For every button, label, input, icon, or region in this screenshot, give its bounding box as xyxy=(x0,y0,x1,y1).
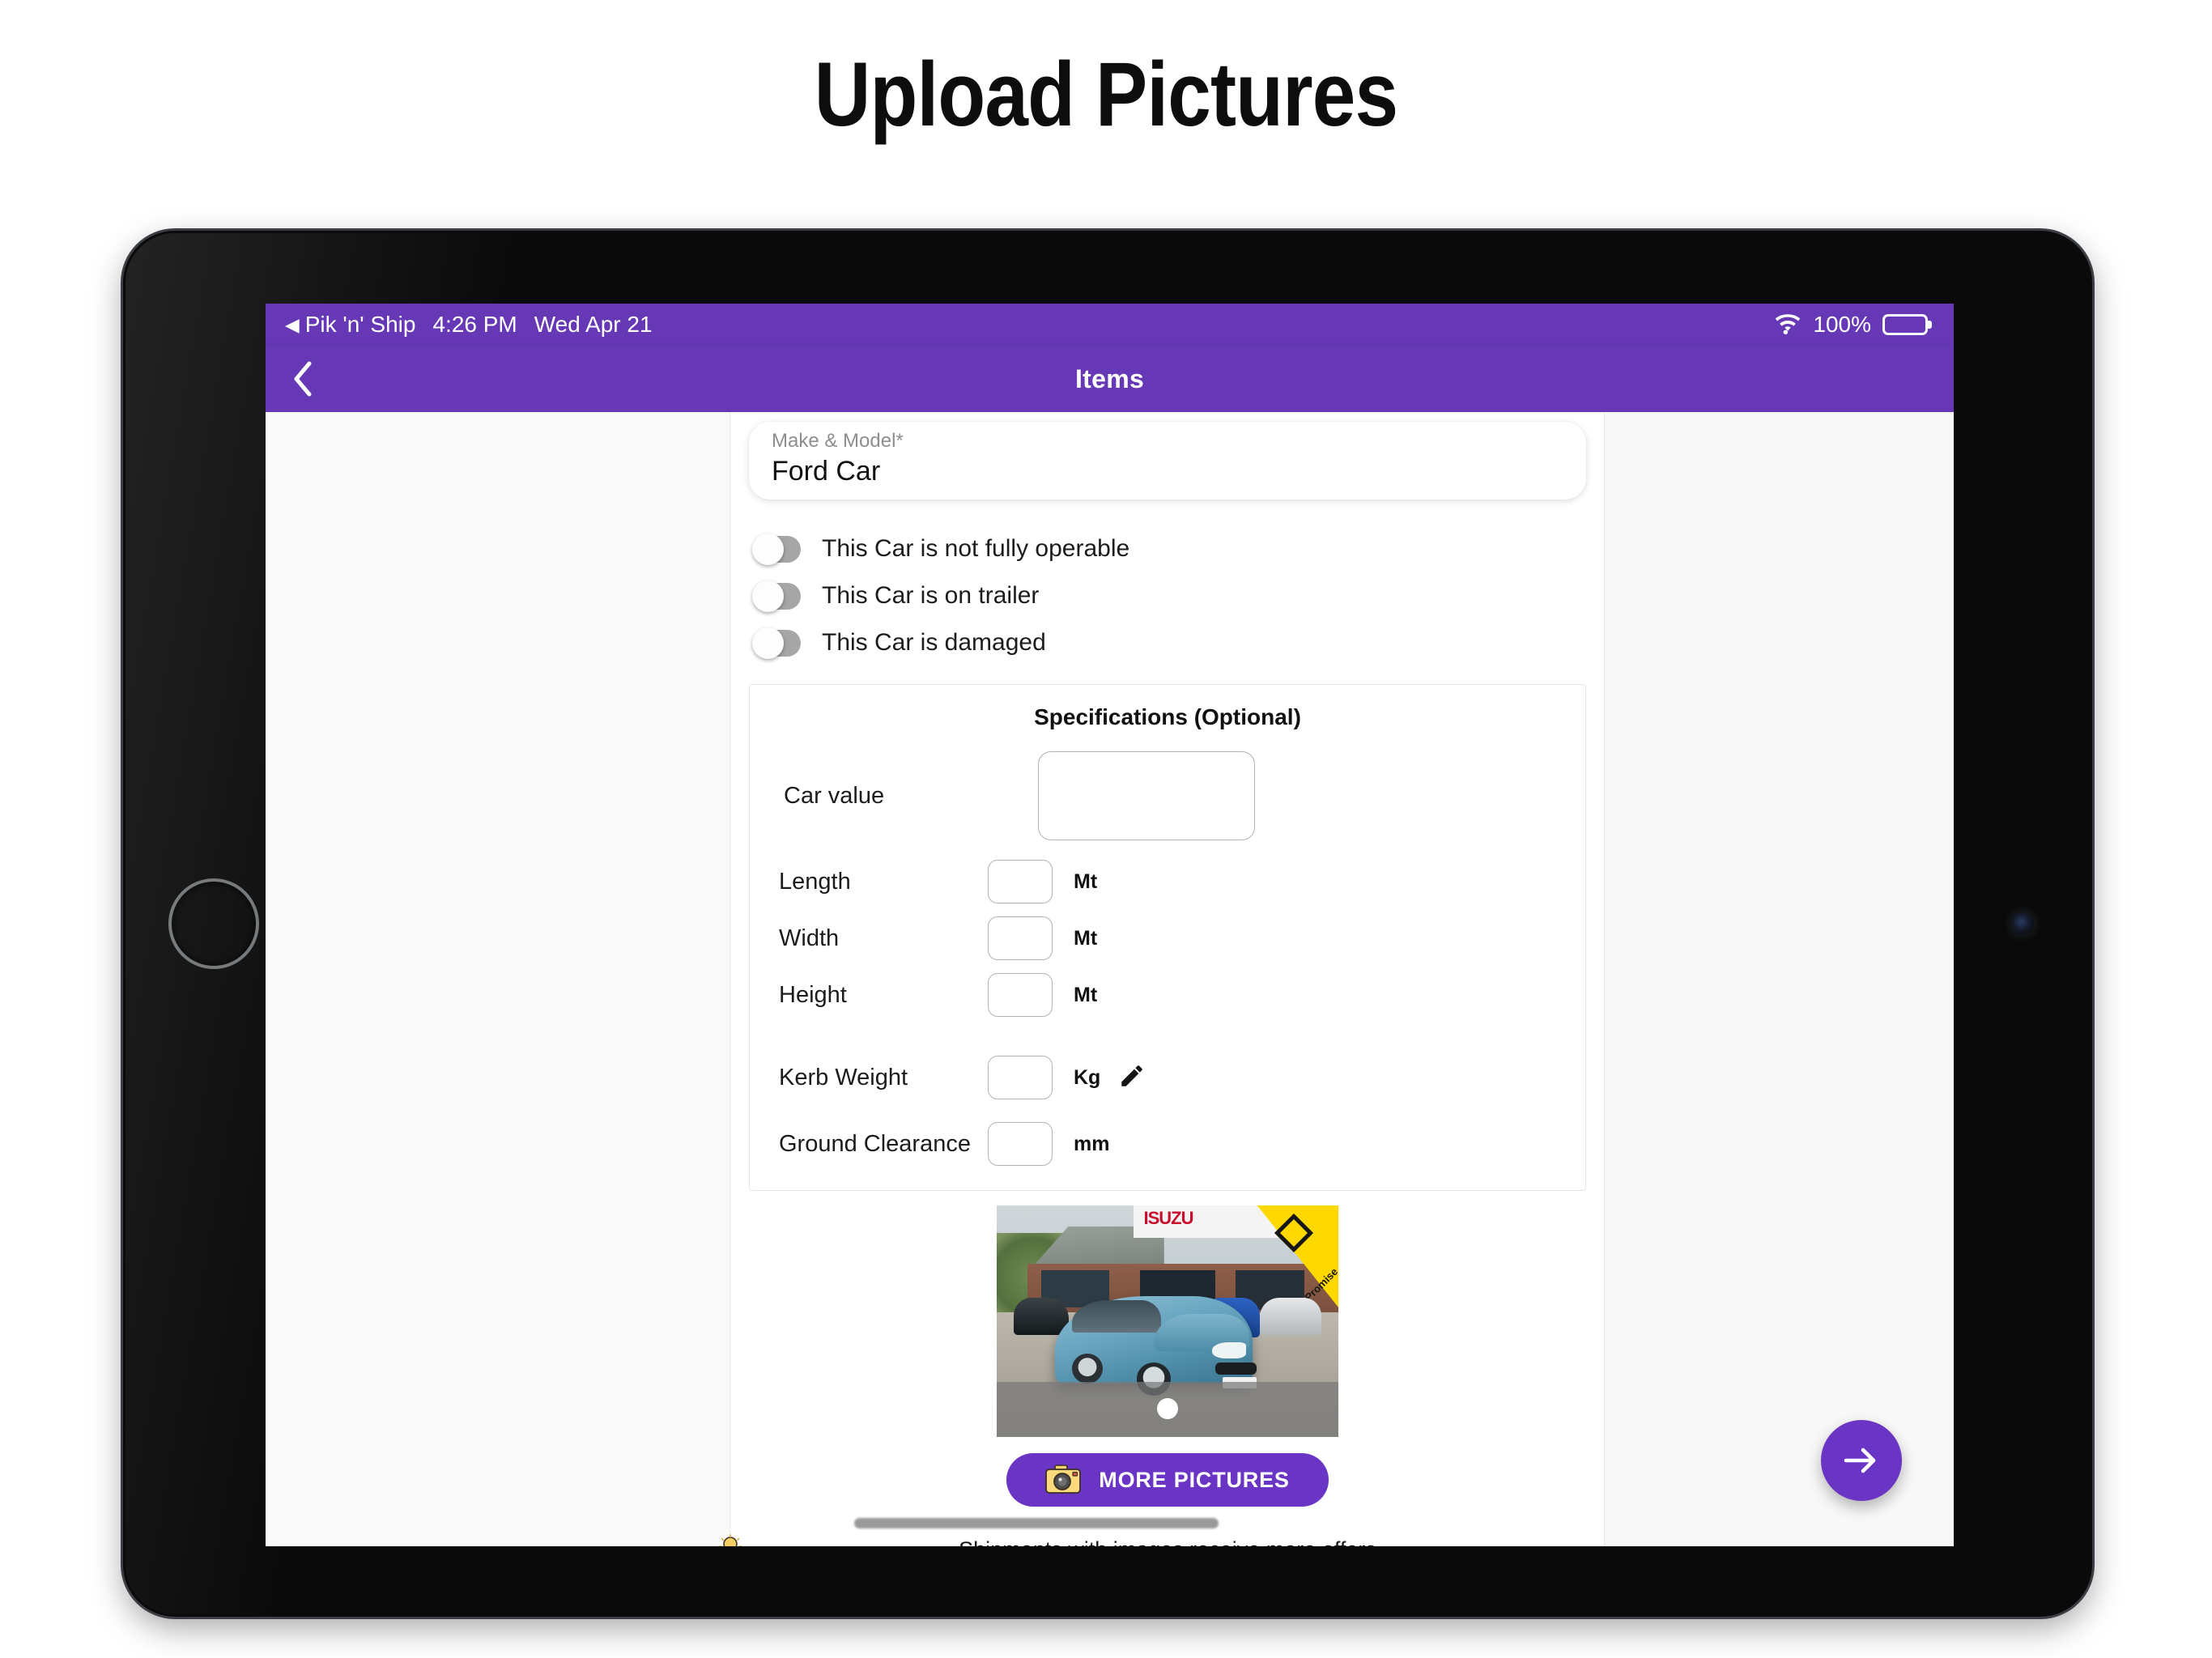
more-pictures-label: MORE PICTURES xyxy=(1099,1467,1290,1492)
spec-row-width: Width Mt xyxy=(771,916,1564,960)
next-step-fab[interactable] xyxy=(1821,1420,1902,1501)
app-body: Make & Model* Ford Car This Car is not f… xyxy=(266,412,1954,1546)
toggle-row-not-fully-operable[interactable]: This Car is not fully operable xyxy=(752,525,1586,572)
kerb-weight-label: Kerb Weight xyxy=(779,1064,908,1090)
front-camera-icon xyxy=(2011,912,2034,935)
status-bar-date: Wed Apr 21 xyxy=(534,312,653,337)
length-label: Length xyxy=(779,868,851,895)
right-gutter xyxy=(1604,412,1954,1546)
camera-icon xyxy=(1045,1464,1082,1496)
ground-clearance-unit: mm xyxy=(1074,1132,1110,1155)
more-pictures-button[interactable]: MORE PICTURES xyxy=(1006,1453,1329,1507)
toggle-switch-damaged[interactable] xyxy=(752,627,801,659)
kerb-weight-unit: Kg xyxy=(1074,1065,1101,1089)
make-model-label: Make & Model* xyxy=(772,430,904,452)
height-input[interactable] xyxy=(988,973,1053,1017)
pencil-icon[interactable] xyxy=(1118,1062,1146,1094)
toggle-label-not-fully-operable: This Car is not fully operable xyxy=(822,535,1130,562)
scroll-handle[interactable] xyxy=(854,1518,1219,1528)
height-label: Height xyxy=(779,981,847,1008)
nav-bar: Items xyxy=(266,346,1954,412)
kerb-weight-input[interactable] xyxy=(988,1056,1053,1099)
length-unit: Mt xyxy=(1074,869,1098,893)
ground-clearance-label: Ground Clearance xyxy=(779,1130,971,1157)
spec-row-length: Length Mt xyxy=(771,860,1564,903)
ground-clearance-input[interactable] xyxy=(988,1122,1053,1166)
width-unit: Mt xyxy=(1074,926,1098,950)
length-input[interactable] xyxy=(988,860,1053,903)
more-pictures-row: MORE PICTURES xyxy=(749,1453,1586,1507)
battery-percent-label: 100% xyxy=(1813,312,1871,337)
battery-full-icon xyxy=(1882,314,1932,335)
status-bar-right: 100% xyxy=(1774,312,1932,338)
hint-text: Shipments with images receive more offer… xyxy=(959,1537,1376,1546)
lightbulb-icon xyxy=(718,1534,742,1546)
back-to-app-label[interactable]: Pik 'n' Ship xyxy=(305,312,416,338)
hint-row: Shipments with images receive more offer… xyxy=(718,1534,1586,1546)
toggle-label-on-trailer: This Car is on trailer xyxy=(822,582,1040,609)
specifications-title: Specifications (Optional) xyxy=(1034,704,1301,729)
specifications-card: Specifications (Optional) Car value Leng… xyxy=(749,684,1586,1191)
nav-title: Items xyxy=(1074,363,1145,393)
toggle-row-damaged[interactable]: This Car is damaged xyxy=(752,619,1586,666)
width-label: Width xyxy=(779,925,840,951)
form-content-column: Make & Model* Ford Car This Car is not f… xyxy=(718,412,1604,1546)
tablet-device-frame: ◀ Pik 'n' Ship 4:26 PM Wed Apr 21 100% I… xyxy=(123,231,2092,1617)
spec-row-car-value: Car value xyxy=(771,751,1564,840)
car-value-input[interactable] xyxy=(1038,751,1255,840)
spec-row-ground-clearance: Ground Clearance mm xyxy=(771,1122,1564,1166)
home-button[interactable] xyxy=(168,878,259,969)
status-bar-left: ◀ Pik 'n' Ship 4:26 PM Wed Apr 21 xyxy=(285,312,653,338)
width-input[interactable] xyxy=(988,916,1053,960)
carousel-indicator-dot[interactable] xyxy=(1157,1398,1178,1419)
tablet-screen: ◀ Pik 'n' Ship 4:26 PM Wed Apr 21 100% I… xyxy=(266,304,1954,1546)
car-value-label: Car value xyxy=(784,782,885,809)
height-unit: Mt xyxy=(1074,983,1098,1006)
ios-status-bar: ◀ Pik 'n' Ship 4:26 PM Wed Apr 21 100% xyxy=(266,304,1954,346)
status-bar-time: 4:26 PM xyxy=(432,312,517,337)
toggle-switch-on-trailer[interactable] xyxy=(752,580,801,612)
back-to-app-caret-icon[interactable]: ◀ xyxy=(285,315,300,334)
spec-row-kerb-weight: Kerb Weight Kg xyxy=(771,1056,1564,1099)
photo-carousel[interactable]: ISUZU Dealer Promise xyxy=(749,1205,1586,1437)
wifi-icon xyxy=(1774,314,1802,335)
spec-row-height: Height Mt xyxy=(771,973,1564,1017)
make-model-field[interactable]: Make & Model* Ford Car xyxy=(749,422,1586,500)
toggle-row-on-trailer[interactable]: This Car is on trailer xyxy=(752,572,1586,619)
left-gutter xyxy=(266,412,730,1546)
page-title: Upload Pictures xyxy=(814,44,1398,145)
toggle-list: This Car is not fully operable This Car … xyxy=(749,525,1586,666)
bottom-hint-area: Shipments with images receive more offer… xyxy=(718,1516,1586,1546)
dealer-sign-text: ISUZU xyxy=(1143,1207,1193,1228)
toggle-switch-not-fully-operable[interactable] xyxy=(752,533,801,565)
make-model-input[interactable]: Ford Car xyxy=(772,456,1563,487)
arrow-right-icon xyxy=(1844,1448,1876,1473)
toggle-label-damaged: This Car is damaged xyxy=(822,629,1046,656)
